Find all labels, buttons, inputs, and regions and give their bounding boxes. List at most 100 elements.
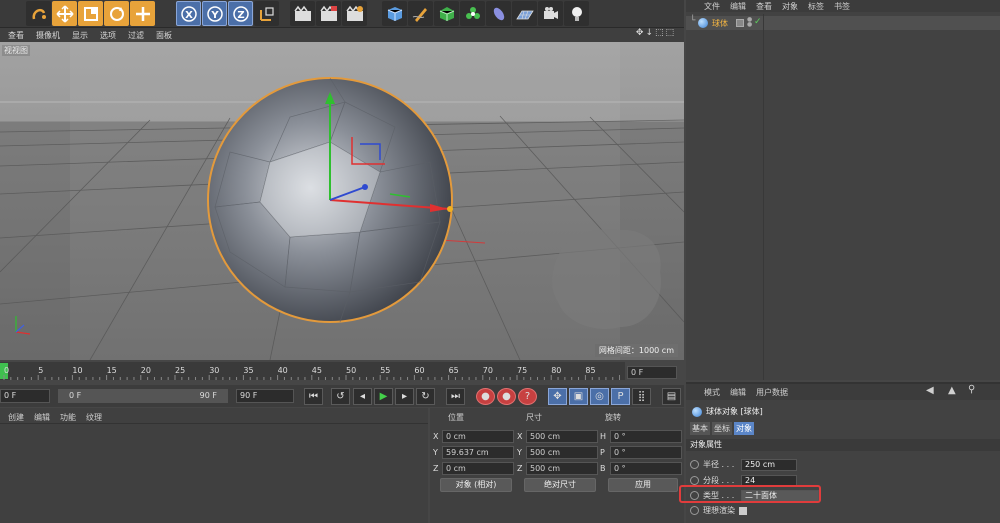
object-row-sphere[interactable]: └ 球体 ● ● ✓	[686, 16, 1000, 30]
subdivision-surface-icon[interactable]	[434, 1, 459, 26]
play-icon[interactable]: ▶	[374, 388, 393, 405]
pen-spline-icon[interactable]	[408, 1, 433, 26]
timeline-tick-label: 80	[551, 366, 561, 375]
keyframe-selection-icon[interactable]: ?	[518, 388, 537, 405]
menu-objects[interactable]: 对象	[782, 1, 798, 12]
render-perfect-row: 理想渲染	[690, 504, 747, 517]
range-start-label: 0 F	[69, 391, 82, 400]
viewport-menu-view[interactable]: 查看	[8, 30, 24, 41]
rot-h-field[interactable]: 0 °	[610, 430, 682, 443]
size-y-field[interactable]: 500 cm	[526, 446, 598, 459]
pos-x-field[interactable]: 0 cm	[442, 430, 514, 443]
layer-toggle-icon[interactable]	[736, 19, 744, 27]
render-view-icon[interactable]	[290, 1, 315, 26]
live-select-icon[interactable]	[26, 1, 51, 26]
main-toolbar: X Y Z	[0, 0, 684, 28]
preview-range-slider[interactable]: 0 F 90 F	[58, 389, 228, 403]
timeline-tick-label: 15	[107, 366, 117, 375]
pos-y-field[interactable]: 59.637 cm	[442, 446, 514, 459]
size-z-label: Z	[517, 464, 523, 473]
tab-object[interactable]: 对象	[734, 422, 754, 435]
perspective-viewport[interactable]: 视视图 网格间距：1000 cm	[0, 42, 684, 360]
key-scale-icon[interactable]: ▣	[569, 388, 588, 405]
render-settings-icon[interactable]	[342, 1, 367, 26]
menu-tags[interactable]: 标签	[808, 1, 824, 12]
scale-tool-icon[interactable]	[78, 1, 103, 26]
up-arrow-icon[interactable]: ▲	[948, 385, 956, 396]
light-icon[interactable]	[564, 1, 589, 26]
radius-animate-icon[interactable]	[690, 460, 699, 469]
rot-p-field[interactable]: 0 °	[610, 446, 682, 459]
apply-button[interactable]: 应用	[608, 478, 678, 492]
menu-bookmarks[interactable]: 书签	[834, 1, 850, 12]
goto-start-icon[interactable]: ⏮	[304, 388, 323, 405]
material-menu-create[interactable]: 创建	[8, 412, 24, 422]
viewport-menu-filter[interactable]: 过滤	[128, 30, 144, 41]
size-mode-dropdown[interactable]: 绝对尺寸	[524, 478, 596, 492]
material-menu-edit[interactable]: 编辑	[34, 412, 50, 422]
viewport-menu-options[interactable]: 选项	[100, 30, 116, 41]
menu-edit[interactable]: 编辑	[730, 1, 746, 12]
start-frame-field[interactable]: 0 F	[0, 389, 50, 403]
previous-key-icon[interactable]: ↺	[331, 388, 350, 405]
tab-basic[interactable]: 基本	[690, 422, 710, 435]
svg-text:Y: Y	[210, 10, 219, 21]
attr-menu-userdata[interactable]: 用户数据	[756, 387, 788, 400]
material-menu-texture[interactable]: 纹理	[86, 412, 102, 422]
object-manager-menu: 文件 编辑 查看 对象 标签 书签	[686, 0, 1000, 12]
end-frame-field[interactable]: 90 F	[236, 389, 294, 403]
render-perfect-animate-icon[interactable]	[690, 506, 699, 515]
timeline-ruler[interactable]: 051015202530354045505560657075808590	[0, 362, 625, 380]
render-perfect-checkbox[interactable]	[739, 506, 747, 515]
recent-tool-icon[interactable]	[130, 1, 155, 26]
camera-icon[interactable]	[538, 1, 563, 26]
move-tool-icon[interactable]	[52, 1, 77, 26]
material-menu-function[interactable]: 功能	[60, 412, 76, 422]
attr-menu-edit[interactable]: 编辑	[730, 387, 746, 400]
floor-scene-icon[interactable]	[512, 1, 537, 26]
next-frame-icon[interactable]: ▸	[395, 388, 414, 405]
visibility-dots-icon[interactable]: ● ●	[747, 17, 752, 28]
menu-file[interactable]: 文件	[704, 1, 720, 12]
record-active-icon[interactable]: ●	[476, 388, 495, 405]
viewport-nav-icons[interactable]: ✥↓⬚⬚	[636, 28, 676, 38]
segments-animate-icon[interactable]	[690, 476, 699, 485]
rotate-tool-icon[interactable]	[104, 1, 129, 26]
autokey-icon[interactable]: ●	[497, 388, 516, 405]
rot-b-field[interactable]: 0 °	[610, 462, 682, 475]
viewport-menu-display[interactable]: 显示	[72, 30, 88, 41]
viewport-menu-panel[interactable]: 面板	[156, 30, 172, 41]
size-z-field[interactable]: 500 cm	[526, 462, 598, 475]
render-picture-viewer-icon[interactable]	[316, 1, 341, 26]
next-key-icon[interactable]: ↻	[416, 388, 435, 405]
size-x-field[interactable]: 500 cm	[526, 430, 598, 443]
cloner-icon[interactable]	[460, 1, 485, 26]
tab-coordinates[interactable]: 坐标	[712, 422, 732, 435]
radius-field[interactable]: 250 cm	[741, 459, 797, 471]
current-frame-field[interactable]: 0 F	[627, 366, 677, 379]
back-arrow-icon[interactable]: ◀	[926, 385, 934, 396]
deformer-icon[interactable]	[486, 1, 511, 26]
coordinate-system-icon[interactable]	[254, 1, 279, 26]
pos-y-label: Y	[433, 448, 438, 457]
y-axis-lock-icon[interactable]: Y	[202, 1, 227, 26]
size-x-label: X	[517, 432, 523, 441]
z-axis-lock-icon[interactable]: Z	[228, 1, 253, 26]
key-rotation-icon[interactable]: ◎	[590, 388, 609, 405]
goto-end-icon[interactable]: ⏭	[446, 388, 465, 405]
pos-z-field[interactable]: 0 cm	[442, 462, 514, 475]
menu-view[interactable]: 查看	[756, 1, 772, 12]
key-pla-icon[interactable]: ⣿	[632, 388, 651, 405]
cube-object-icon[interactable]	[382, 1, 407, 26]
previous-frame-icon[interactable]: ◂	[353, 388, 372, 405]
coordinate-mode-dropdown[interactable]: 对象 (相对)	[440, 478, 512, 492]
x-axis-lock-icon[interactable]: X	[176, 1, 201, 26]
object-name[interactable]: 球体	[712, 18, 728, 29]
timeline-window-icon[interactable]: ▤	[662, 388, 681, 405]
search-icon[interactable]: ⚲	[968, 384, 975, 395]
key-parameter-icon[interactable]: P	[611, 388, 630, 405]
enabled-check-icon[interactable]: ✓	[754, 17, 762, 27]
attr-menu-mode[interactable]: 模式	[704, 387, 720, 400]
key-position-icon[interactable]: ✥	[548, 388, 567, 405]
viewport-menu-cameras[interactable]: 摄像机	[36, 30, 60, 41]
